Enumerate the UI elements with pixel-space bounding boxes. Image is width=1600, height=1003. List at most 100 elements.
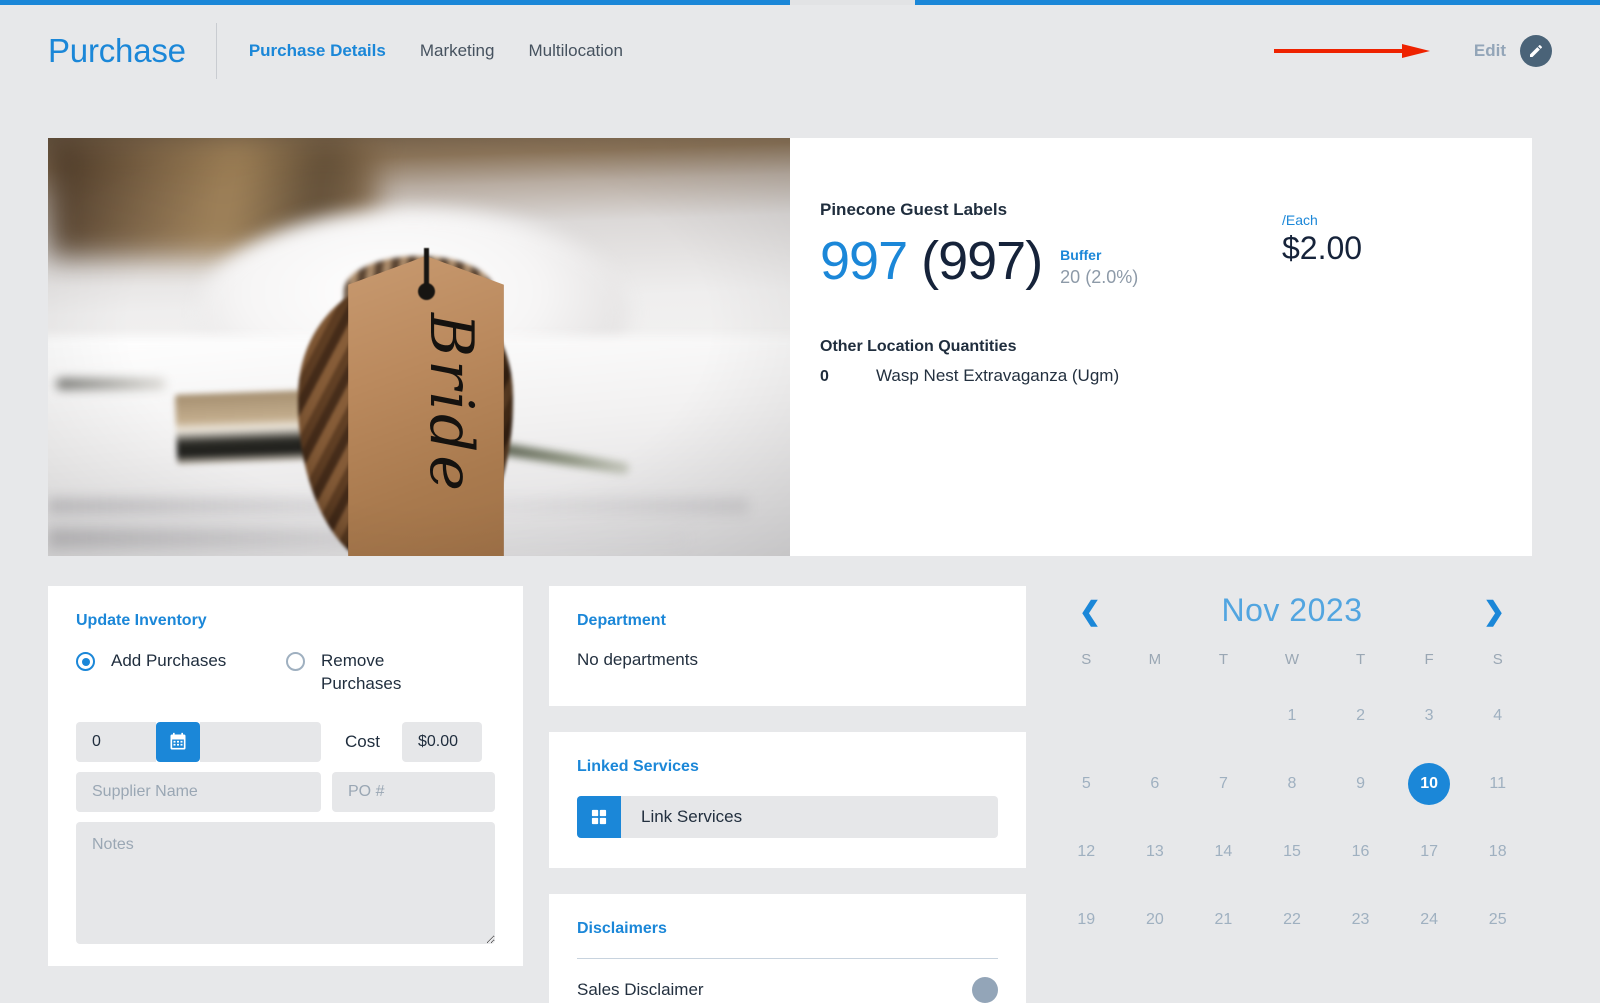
calendar-day-header: T — [1218, 651, 1228, 668]
update-inventory-title: Update Inventory — [76, 612, 207, 629]
supplier-name-input[interactable] — [76, 771, 321, 812]
cost-input[interactable] — [401, 721, 482, 762]
page-title: Purchase — [48, 32, 186, 69]
tab-purchase-details[interactable]: Purchase Details — [249, 41, 386, 61]
radio-remove-purchases-indicator[interactable] — [286, 652, 305, 671]
other-location-qty: 0 — [820, 368, 829, 385]
product-info-panel: Pinecone Guest Labels 997 (997) Buffer 2… — [790, 138, 1532, 556]
calendar-empty-cell — [1189, 682, 1258, 750]
calendar-day-number: 7 — [1218, 775, 1228, 792]
product-price-block: /Each $2.00 — [1282, 200, 1532, 556]
product-info-left: Pinecone Guest Labels 997 (997) Buffer 2… — [820, 200, 1282, 556]
quantity-input[interactable] — [76, 721, 156, 762]
calendar-day[interactable]: 6 — [1121, 750, 1190, 818]
edit-button[interactable] — [1520, 35, 1552, 67]
inventory-mode-radio-group: Add Purchases Remove Purchases — [76, 650, 495, 696]
calendar-grid: S M T W T F S 1 2 3 4 5 6 7 8 9 10 11 12 13 14 15 16 17 18 19 20 21… — [1052, 651, 1532, 954]
calendar-day-number: 17 — [1420, 843, 1439, 860]
calendar-day-header: S — [1492, 651, 1503, 668]
annotation-arrow — [1274, 44, 1430, 58]
calendar-day[interactable]: 19 — [1052, 886, 1121, 954]
quantity-on-hand: 997 — [820, 231, 908, 291]
tab-multilocation[interactable]: Multilocation — [528, 41, 623, 61]
calendar-day-number: 21 — [1214, 911, 1233, 928]
buffer-label: Buffer — [1060, 247, 1102, 263]
calendar-day[interactable]: 12 — [1052, 818, 1121, 886]
calendar-day[interactable]: 20 — [1121, 886, 1190, 954]
calendar-day-number: 25 — [1488, 911, 1507, 928]
quantity-row: 997 (997) Buffer 20 (2.0%) — [820, 230, 1282, 292]
calendar-day[interactable]: 8 — [1258, 750, 1327, 818]
calendar-day[interactable]: 2 — [1326, 682, 1395, 750]
product-name: Pinecone Guest Labels — [820, 200, 1008, 219]
calendar-day-number: 1 — [1287, 707, 1297, 724]
calendar-day[interactable]: 11 — [1463, 750, 1532, 818]
linked-services-card: Linked Services Link Services — [549, 732, 1026, 868]
calendar-day[interactable]: 14 — [1189, 818, 1258, 886]
calendar-day[interactable]: 9 — [1326, 750, 1395, 818]
disclaimer-name: Sales Disclaimer — [577, 980, 704, 999]
calendar-day[interactable]: 18 — [1463, 818, 1532, 886]
product-hero-card: Bride Pinecone Guest Labels 997 (997) Bu… — [48, 138, 1532, 556]
calendar-day[interactable]: 7 — [1189, 750, 1258, 818]
calendar-day[interactable]: 5 — [1052, 750, 1121, 818]
calendar-icon — [170, 732, 186, 750]
pencil-icon — [1530, 44, 1543, 57]
calendar-day[interactable]: 17 — [1395, 818, 1464, 886]
calendar-day-number: 19 — [1077, 911, 1096, 928]
header-divider — [215, 23, 217, 79]
calendar-day[interactable]: 3 — [1395, 682, 1464, 750]
calendar-day-header: S — [1081, 651, 1092, 668]
other-location-row: 0 Wasp Nest Extravaganza (Ugm) — [820, 366, 1282, 386]
radio-add-purchases-indicator[interactable] — [76, 652, 95, 671]
calendar-day-number: 2 — [1356, 707, 1366, 724]
date-picker-button[interactable] — [156, 721, 200, 762]
calendar-day[interactable]: 1 — [1258, 682, 1327, 750]
calendar-day[interactable]: 25 — [1463, 886, 1532, 954]
calendar-day[interactable]: 4 — [1463, 682, 1532, 750]
product-photo[interactable]: Bride — [48, 138, 790, 556]
calendar-day[interactable]: 15 — [1258, 818, 1327, 886]
lower-section: Update Inventory Add Purchases Remove Pu… — [48, 586, 1532, 1003]
calendar-day-number: 14 — [1214, 843, 1233, 860]
calendar-day-header: F — [1424, 651, 1434, 668]
radio-add-purchases[interactable]: Add Purchases — [76, 650, 286, 696]
calendar-column: ❮ Nov 2023 ❯ S M T W T F S 1 2 3 4 5 6 7 8 9 10 11 12 13 14 1… — [1052, 586, 1532, 1003]
disclaimer-toggle[interactable] — [972, 977, 998, 1003]
department-title: Department — [577, 612, 666, 629]
calendar-day[interactable]: 16 — [1326, 818, 1395, 886]
date-input[interactable] — [200, 721, 321, 762]
calendar-day[interactable]: 13 — [1121, 818, 1190, 886]
calendar-prev-month-button[interactable]: ❮ — [1076, 598, 1104, 624]
calendar-empty-cell — [1052, 682, 1121, 750]
edit-label[interactable]: Edit — [1474, 41, 1506, 61]
link-services-button[interactable]: Link Services — [577, 796, 998, 838]
calendar-day[interactable]: 24 — [1395, 886, 1464, 954]
calendar-day-number: 11 — [1489, 775, 1506, 792]
calendar-day-number: 23 — [1351, 911, 1370, 928]
tab-marketing[interactable]: Marketing — [420, 41, 495, 61]
calendar-day[interactable]: 22 — [1258, 886, 1327, 954]
cost-label: Cost — [345, 731, 380, 751]
calendar-day[interactable]: 21 — [1189, 886, 1258, 954]
calendar-next-month-button[interactable]: ❯ — [1480, 598, 1508, 624]
calendar-day-header: M — [1148, 651, 1162, 668]
buffer-value: 20 (2.0%) — [1060, 266, 1139, 287]
po-number-input[interactable] — [332, 771, 495, 812]
calendar-day-selected[interactable]: 10 — [1395, 750, 1464, 818]
details-column: Department No departments Linked Service… — [549, 586, 1026, 1003]
radio-add-purchases-label: Add Purchases — [111, 651, 227, 670]
calendar-day-number: 6 — [1150, 775, 1160, 792]
notes-textarea[interactable] — [76, 821, 495, 944]
calendar-day-number: 20 — [1145, 911, 1164, 928]
calendar-day-number: 16 — [1351, 843, 1370, 860]
calendar-empty-cell — [1121, 682, 1190, 750]
grid-icon — [591, 809, 607, 825]
disclaimer-row[interactable]: Sales Disclaimer — [577, 959, 998, 1003]
radio-remove-purchases[interactable]: Remove Purchases — [286, 650, 441, 696]
calendar-day-number: 13 — [1145, 843, 1164, 860]
calendar-day-header: T — [1355, 651, 1366, 668]
calendar-day[interactable]: 23 — [1326, 886, 1395, 954]
calendar-day-number: 9 — [1356, 775, 1366, 792]
photo-vignette — [48, 138, 790, 556]
